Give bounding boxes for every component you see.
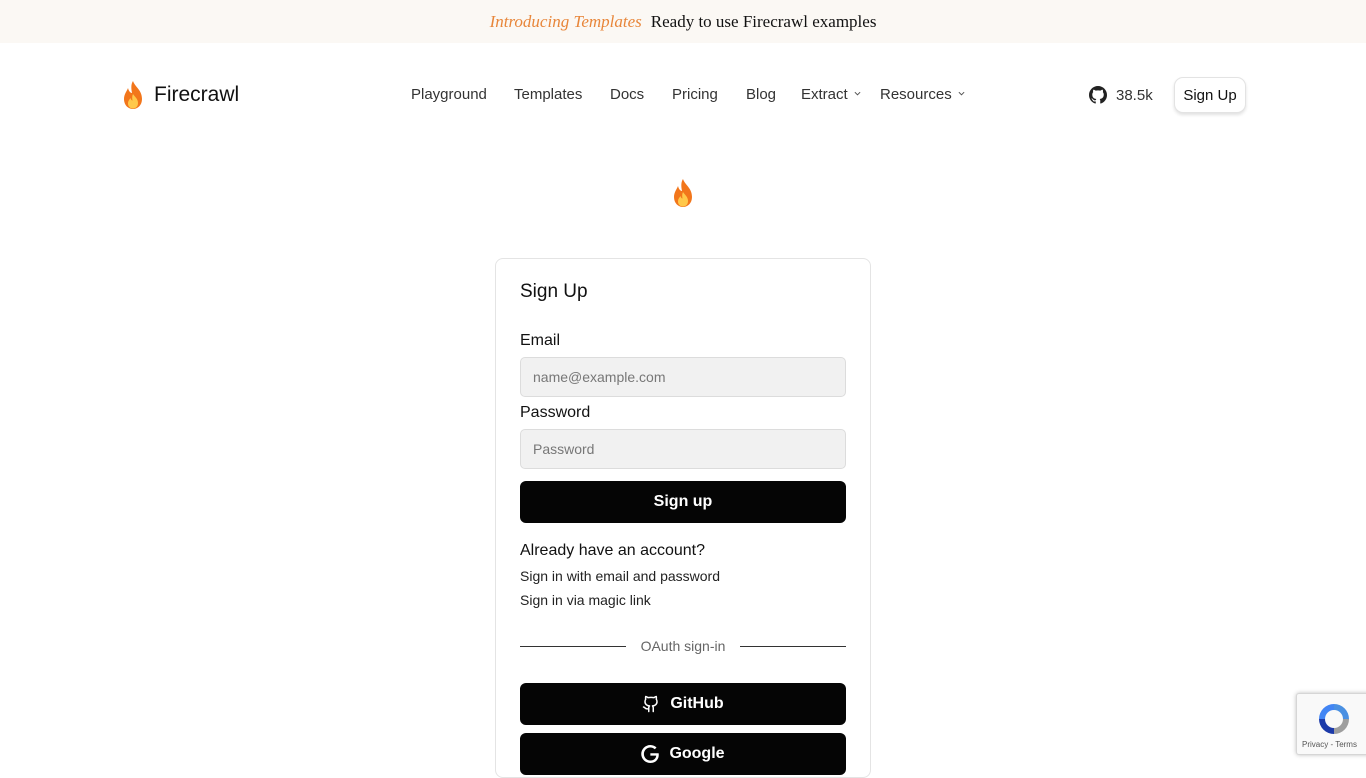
fire-icon — [674, 179, 692, 207]
nav-resources-label: Resources — [880, 86, 952, 103]
password-label: Password — [520, 404, 591, 421]
header-signup-button[interactable]: Sign Up — [1174, 77, 1246, 113]
recaptcha-privacy-terms[interactable]: Privacy - Terms — [1302, 740, 1357, 749]
chevron-down-icon — [958, 91, 965, 96]
password-field[interactable] — [520, 429, 846, 469]
oauth-divider: OAuth sign-in — [520, 637, 846, 657]
form-title: Sign Up — [520, 281, 588, 302]
divider-line-right — [740, 646, 846, 647]
nav-playground[interactable]: Playground — [411, 86, 487, 103]
google-oauth-label: Google — [669, 745, 725, 762]
already-have-account-text: Already have an account? — [520, 542, 706, 559]
nav-extract-label: Extract — [801, 86, 848, 103]
banner-promo[interactable]: Introducing Templates — [490, 12, 642, 32]
nav-extract[interactable]: Extract — [801, 86, 861, 103]
github-icon — [643, 695, 659, 713]
google-oauth-button[interactable]: Google — [520, 733, 846, 775]
sign-up-submit-label: Sign up — [653, 493, 713, 510]
email-field[interactable] — [520, 357, 846, 397]
nav-docs[interactable]: Docs — [610, 86, 644, 103]
nav-resources[interactable]: Resources — [880, 86, 965, 103]
github-oauth-button[interactable]: GitHub — [520, 683, 846, 725]
recaptcha-badge[interactable]: Privacy - Terms — [1296, 693, 1366, 755]
announcement-banner[interactable]: Introducing Templates Ready to use Firec… — [0, 0, 1366, 43]
chevron-down-icon — [854, 91, 861, 96]
google-icon — [641, 745, 660, 763]
github-oauth-label: GitHub — [670, 695, 724, 712]
nav-blog[interactable]: Blog — [746, 86, 776, 103]
signup-card: Sign Up Email Password Sign up Already h… — [495, 258, 871, 778]
signin-magic-link[interactable]: Sign in via magic link — [520, 592, 651, 608]
nav-pricing[interactable]: Pricing — [672, 86, 718, 103]
sign-up-submit-button[interactable]: Sign up — [520, 481, 846, 523]
email-label: Email — [520, 332, 561, 349]
banner-tagline: Ready to use Firecrawl examples — [650, 11, 877, 31]
nav-templates[interactable]: Templates — [514, 86, 582, 103]
recaptcha-icon — [1319, 704, 1349, 734]
github-stars-link[interactable]: 38.5k — [1089, 86, 1153, 104]
signin-email-link[interactable]: Sign in with email and password — [520, 568, 720, 584]
github-icon — [1089, 86, 1107, 104]
main-nav: Playground Templates Docs Pricing Blog E… — [0, 86, 1366, 106]
github-star-count: 38.5k — [1116, 86, 1153, 104]
